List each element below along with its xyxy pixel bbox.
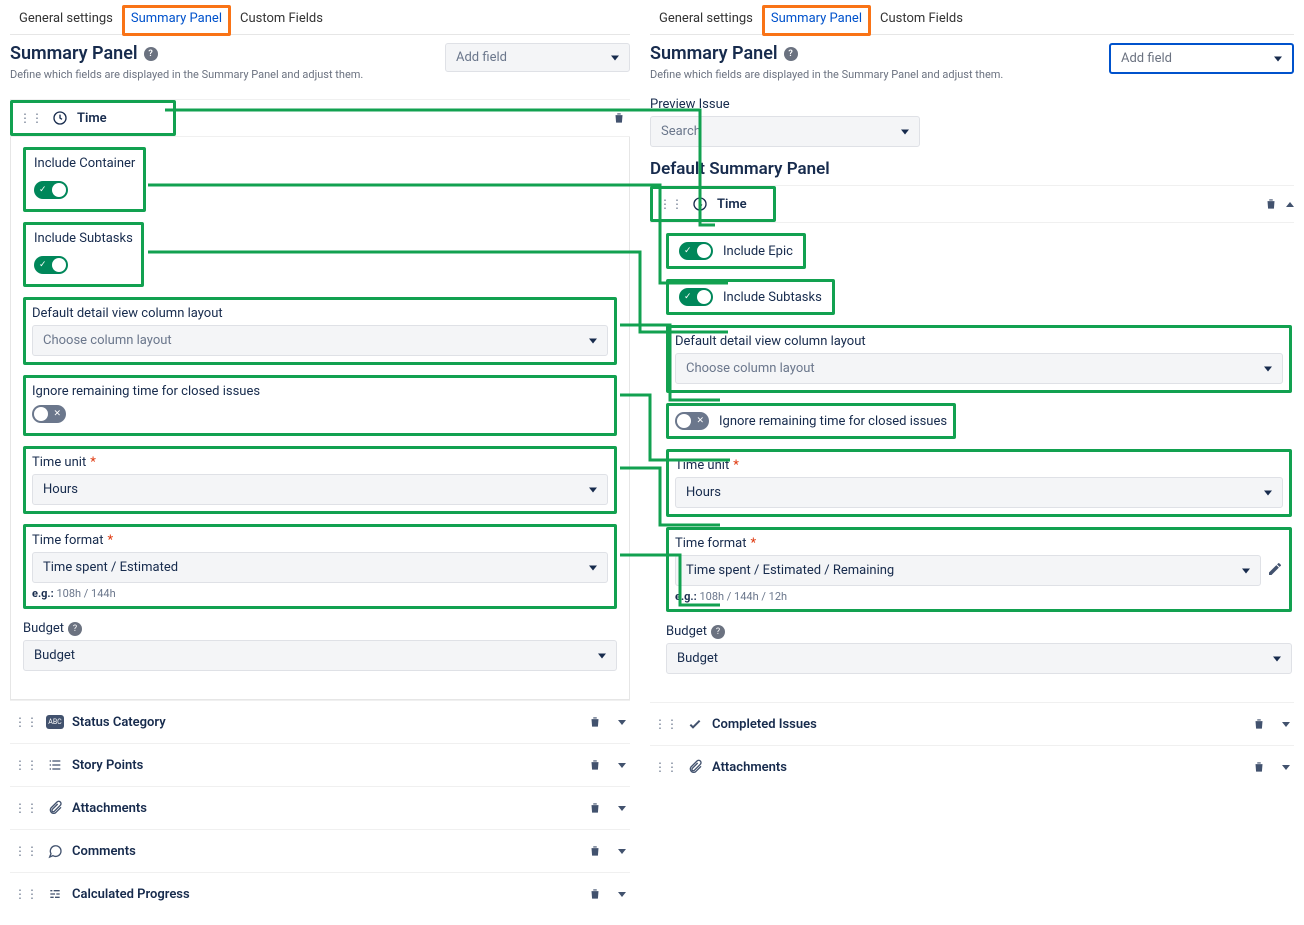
chevron-down-icon[interactable] — [1282, 722, 1290, 727]
row-comments: ⋮⋮ Comments — [10, 829, 630, 872]
row-completed-issues: ⋮⋮ Completed Issues — [650, 702, 1294, 745]
layout-label: Default detail view column layout — [675, 334, 1283, 349]
budget-label: Budget ? — [666, 624, 1292, 639]
include-container-label: Include Container — [34, 156, 135, 171]
chevron-down-icon[interactable] — [618, 806, 626, 811]
ignore-label: Ignore remaining time for closed issues — [32, 384, 608, 399]
row-attachments: ⋮⋮ Attachments — [650, 745, 1294, 788]
toggle-ignore[interactable]: ✕ — [675, 412, 709, 430]
tab-general[interactable]: General settings — [10, 5, 122, 34]
add-field-select[interactable]: Add field — [1109, 43, 1294, 74]
page-title: Summary Panel ? — [10, 43, 445, 64]
tab-custom[interactable]: Custom Fields — [871, 5, 972, 34]
toggle-include-subtasks[interactable]: ✓ — [34, 256, 68, 274]
trash-icon[interactable] — [1248, 756, 1270, 778]
tab-custom[interactable]: Custom Fields — [231, 5, 332, 34]
budget-select[interactable]: Budget — [666, 643, 1292, 674]
clock-icon — [691, 195, 709, 213]
trash-icon[interactable] — [1260, 193, 1282, 215]
toggle-include-container[interactable]: ✓ — [34, 181, 68, 199]
trash-icon[interactable] — [584, 711, 606, 733]
default-summary-panel-title: Default Summary Panel — [650, 159, 1294, 179]
drag-handle[interactable]: ⋮⋮ — [14, 887, 38, 901]
help-icon[interactable]: ? — [711, 625, 725, 639]
preview-issue-select[interactable]: Search — [650, 116, 920, 147]
trash-icon[interactable] — [584, 754, 606, 776]
list-icon — [46, 756, 64, 774]
chevron-down-icon[interactable] — [618, 849, 626, 854]
layout-select[interactable]: Choose column layout — [675, 353, 1283, 384]
trash-icon[interactable] — [584, 840, 606, 862]
drag-handle[interactable]: ⋮⋮ — [654, 760, 678, 774]
clock-icon — [51, 109, 69, 127]
budget-label: Budget ? — [23, 621, 617, 636]
time-format-hint: e.g.: 108h / 144h / 12h — [675, 590, 1283, 603]
tab-summary[interactable]: Summary Panel — [762, 5, 871, 36]
trash-icon[interactable] — [584, 883, 606, 905]
layout-select[interactable]: Choose column layout — [32, 325, 608, 356]
include-subtasks-label: Include Subtasks — [723, 290, 822, 305]
tab-general[interactable]: General settings — [650, 5, 762, 34]
add-field-select[interactable]: Add field — [445, 43, 630, 72]
comment-icon — [46, 842, 64, 860]
trash-icon[interactable] — [1248, 713, 1270, 735]
check-icon — [686, 715, 704, 733]
time-format-label: Time format* — [32, 533, 608, 548]
pencil-icon[interactable] — [1267, 561, 1283, 581]
row-status-category: ⋮⋮ ABC Status Category — [10, 700, 630, 743]
time-format-label: Time format* — [675, 536, 1283, 551]
toggle-include-subtasks[interactable]: ✓ — [679, 288, 713, 306]
drag-handle[interactable]: ⋮⋮ — [14, 801, 38, 815]
help-icon[interactable]: ? — [144, 47, 158, 61]
time-unit-select[interactable]: Hours — [32, 474, 608, 505]
status-category-icon: ABC — [46, 713, 64, 731]
include-subtasks-label: Include Subtasks — [34, 231, 133, 246]
toggle-ignore[interactable]: ✕ — [32, 405, 66, 423]
trash-icon[interactable] — [608, 107, 630, 129]
panel-label-time: Time — [77, 111, 167, 126]
paperclip-icon — [686, 758, 704, 776]
tabs-right: General settings Summary Panel Custom Fi… — [650, 5, 1294, 35]
ignore-label: Ignore remaining time for closed issues — [719, 414, 947, 429]
drag-handle[interactable]: ⋮⋮ — [14, 844, 38, 858]
chevron-down-icon[interactable] — [1282, 765, 1290, 770]
chevron-down-icon[interactable] — [618, 892, 626, 897]
tab-summary[interactable]: Summary Panel — [122, 5, 231, 36]
include-epic-label: Include Epic — [723, 244, 793, 259]
chevron-down-icon[interactable] — [618, 763, 626, 768]
drag-handle[interactable]: ⋮⋮ — [14, 715, 38, 729]
drag-handle[interactable]: ⋮⋮ — [19, 111, 43, 125]
chevron-up-icon[interactable] — [1286, 202, 1294, 207]
subtitle: Define which fields are displayed in the… — [10, 68, 445, 81]
preview-issue-label: Preview Issue — [650, 97, 920, 112]
row-story-points: ⋮⋮ Story Points — [10, 743, 630, 786]
progress-icon — [46, 885, 64, 903]
time-format-select[interactable]: Time spent / Estimated / Remaining — [675, 555, 1261, 586]
help-icon[interactable]: ? — [68, 622, 82, 636]
toggle-include-epic[interactable]: ✓ — [679, 242, 713, 260]
panel-label-time: Time — [717, 197, 767, 212]
trash-icon[interactable] — [584, 797, 606, 819]
tabs-left: General settings Summary Panel Custom Fi… — [10, 5, 630, 35]
time-unit-label: Time unit* — [32, 455, 608, 470]
page-title: Summary Panel ? — [650, 43, 1109, 64]
paperclip-icon — [46, 799, 64, 817]
time-unit-select[interactable]: Hours — [675, 477, 1283, 508]
subtitle: Define which fields are displayed in the… — [650, 68, 1109, 81]
row-attachments: ⋮⋮ Attachments — [10, 786, 630, 829]
time-format-select[interactable]: Time spent / Estimated — [32, 552, 608, 583]
drag-handle[interactable]: ⋮⋮ — [659, 197, 683, 211]
chevron-down-icon[interactable] — [618, 720, 626, 725]
drag-handle[interactable]: ⋮⋮ — [14, 758, 38, 772]
row-calculated-progress: ⋮⋮ Calculated Progress — [10, 872, 630, 915]
drag-handle[interactable]: ⋮⋮ — [654, 717, 678, 731]
time-unit-label: Time unit* — [675, 458, 1283, 473]
help-icon[interactable]: ? — [784, 47, 798, 61]
layout-label: Default detail view column layout — [32, 306, 608, 321]
budget-select[interactable]: Budget — [23, 640, 617, 671]
time-format-hint: e.g.: 108h / 144h — [32, 587, 608, 600]
